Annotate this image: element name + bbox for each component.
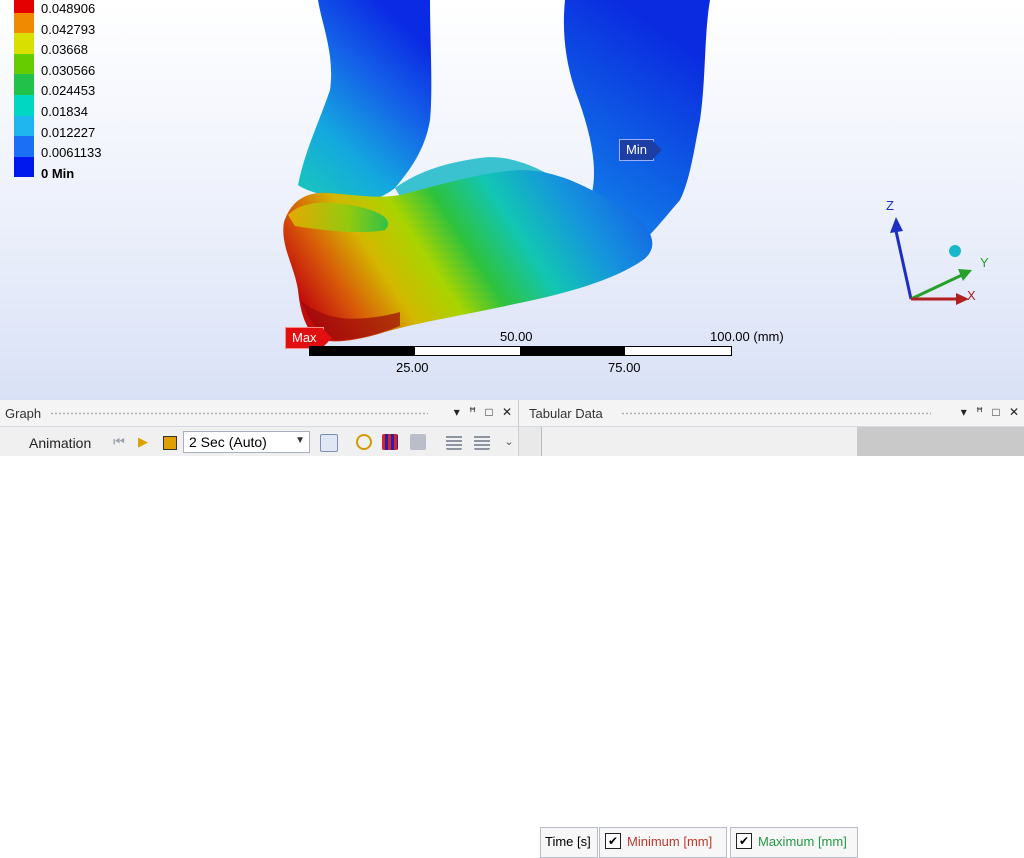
col-header-label: Time [s] xyxy=(545,834,591,849)
legend-swatch xyxy=(14,94,34,116)
pin-icon[interactable]: ꟸ xyxy=(976,405,983,419)
col-header-time[interactable]: Time [s] xyxy=(540,827,598,858)
legend-swatch xyxy=(14,0,34,13)
legend-swatch xyxy=(14,136,34,157)
legend-value: 0.024453 xyxy=(41,83,96,99)
zoom-icon[interactable] xyxy=(356,434,372,450)
legend-value: 0.012227 xyxy=(41,124,96,140)
maximize-icon[interactable]: □ xyxy=(992,405,999,419)
axis-label-x: X xyxy=(967,288,976,303)
maximize-icon[interactable]: □ xyxy=(485,405,492,419)
frames-icon[interactable] xyxy=(320,434,338,452)
3d-viewport[interactable]: 0.048906 0.042793 0.03668 0.030566 0.024453 0… xyxy=(0,0,1024,400)
scale-label-25: 25.00 xyxy=(396,360,429,375)
legend-swatch xyxy=(14,74,34,95)
min-probe-tag[interactable]: Min xyxy=(619,139,662,161)
distribution-icon[interactable] xyxy=(446,434,462,450)
max-probe-pointer xyxy=(322,329,332,347)
chevron-down-icon: ▼ xyxy=(295,435,305,446)
overflow-chevron-icon[interactable]: ⌄ xyxy=(500,433,518,451)
legend-value: 0.048906 xyxy=(41,1,96,16)
graph-panel: Graph ▾ ꟸ □ ✕ Animation ⏮ ▶ 2 Sec (Auto)… xyxy=(0,400,518,456)
tabular-panel-controls: ▾ ꟸ □ ✕ xyxy=(955,405,1019,419)
row-header-corner xyxy=(519,427,542,456)
scale-label-100: 100.00 (mm) xyxy=(710,329,784,344)
tabular-panel-titlebar[interactable]: Tabular Data ▾ ꟸ □ ✕ xyxy=(519,400,1024,427)
bottom-panels: Graph ▾ ꟸ □ ✕ Animation ⏮ ▶ 2 Sec (Auto)… xyxy=(0,400,1024,858)
col-header-minimum[interactable]: ✔ Minimum [mm] xyxy=(599,827,727,858)
min-probe-pointer xyxy=(652,141,662,159)
tabular-panel-title: Tabular Data xyxy=(529,406,603,421)
animation-speed-dropdown[interactable]: 2 Sec (Auto) ▼ xyxy=(183,431,310,453)
minimum-checkbox[interactable]: ✔ xyxy=(605,833,621,849)
stop-icon[interactable] xyxy=(160,433,178,451)
col-header-maximum[interactable]: ✔ Maximum [mm] xyxy=(730,827,858,858)
legend-value: 0.042793 xyxy=(41,21,96,37)
close-icon[interactable]: ✕ xyxy=(1009,405,1019,419)
animation-toolbar: Animation ⏮ ▶ 2 Sec (Auto) ▼ ⌄ xyxy=(0,427,518,456)
graph-panel-titlebar[interactable]: Graph ▾ ꟸ □ ✕ xyxy=(0,400,518,427)
animation-label: Animation xyxy=(29,435,92,451)
scale-bar xyxy=(309,346,732,356)
table-empty-area xyxy=(857,427,1024,456)
scale-segment xyxy=(520,347,625,355)
legend-swatch xyxy=(14,33,34,54)
legend-value: 0.030566 xyxy=(41,62,96,78)
col-header-label: Minimum [mm] xyxy=(627,834,713,849)
panel-grip xyxy=(621,412,931,415)
contour-bands-icon[interactable] xyxy=(382,434,398,450)
axis-triad[interactable]: Z Y X xyxy=(870,195,989,310)
cycle-icon[interactable] xyxy=(474,434,490,450)
graph-panel-controls: ▾ ꟸ □ ✕ xyxy=(448,405,512,419)
scale-label-75: 75.00 xyxy=(608,360,641,375)
maximum-checkbox[interactable]: ✔ xyxy=(736,833,752,849)
col-header-label: Maximum [mm] xyxy=(758,834,847,849)
legend-swatch xyxy=(14,12,34,34)
legend-swatch xyxy=(14,156,34,178)
export-icon[interactable] xyxy=(410,434,426,450)
scale-label-50: 50.00 xyxy=(500,329,533,344)
panel-menu-icon[interactable]: ▾ xyxy=(961,405,967,419)
max-probe-label: Max xyxy=(292,330,317,345)
legend-swatch xyxy=(14,115,34,137)
legend-value: 0 Min xyxy=(41,165,75,181)
legend-value: 0.03668 xyxy=(41,42,88,58)
play-icon[interactable]: ▶ xyxy=(134,433,152,451)
axis-label-z: Z xyxy=(886,198,894,213)
axis-label-y: Y xyxy=(980,255,989,270)
rewind-icon[interactable]: ⏮ xyxy=(110,433,128,451)
graph-panel-title: Graph xyxy=(5,406,42,421)
scale-segment xyxy=(310,347,415,355)
pin-icon[interactable]: ꟸ xyxy=(469,405,476,419)
min-probe-label: Min xyxy=(626,142,647,157)
legend-value: 0.01834 xyxy=(41,103,88,119)
tabular-data-panel: Tabular Data ▾ ꟸ □ ✕ xyxy=(518,400,1024,456)
animation-speed-value: 2 Sec (Auto) xyxy=(189,434,267,450)
close-icon[interactable]: ✕ xyxy=(502,405,512,419)
legend-swatch xyxy=(14,53,34,75)
legend-value: 0.0061133 xyxy=(41,145,102,161)
panel-grip xyxy=(50,412,428,415)
tabular-header-row: Time [s] ✔ Minimum [mm] ✔ Maximum [mm] xyxy=(522,827,858,858)
panel-menu-icon[interactable]: ▾ xyxy=(454,405,460,419)
